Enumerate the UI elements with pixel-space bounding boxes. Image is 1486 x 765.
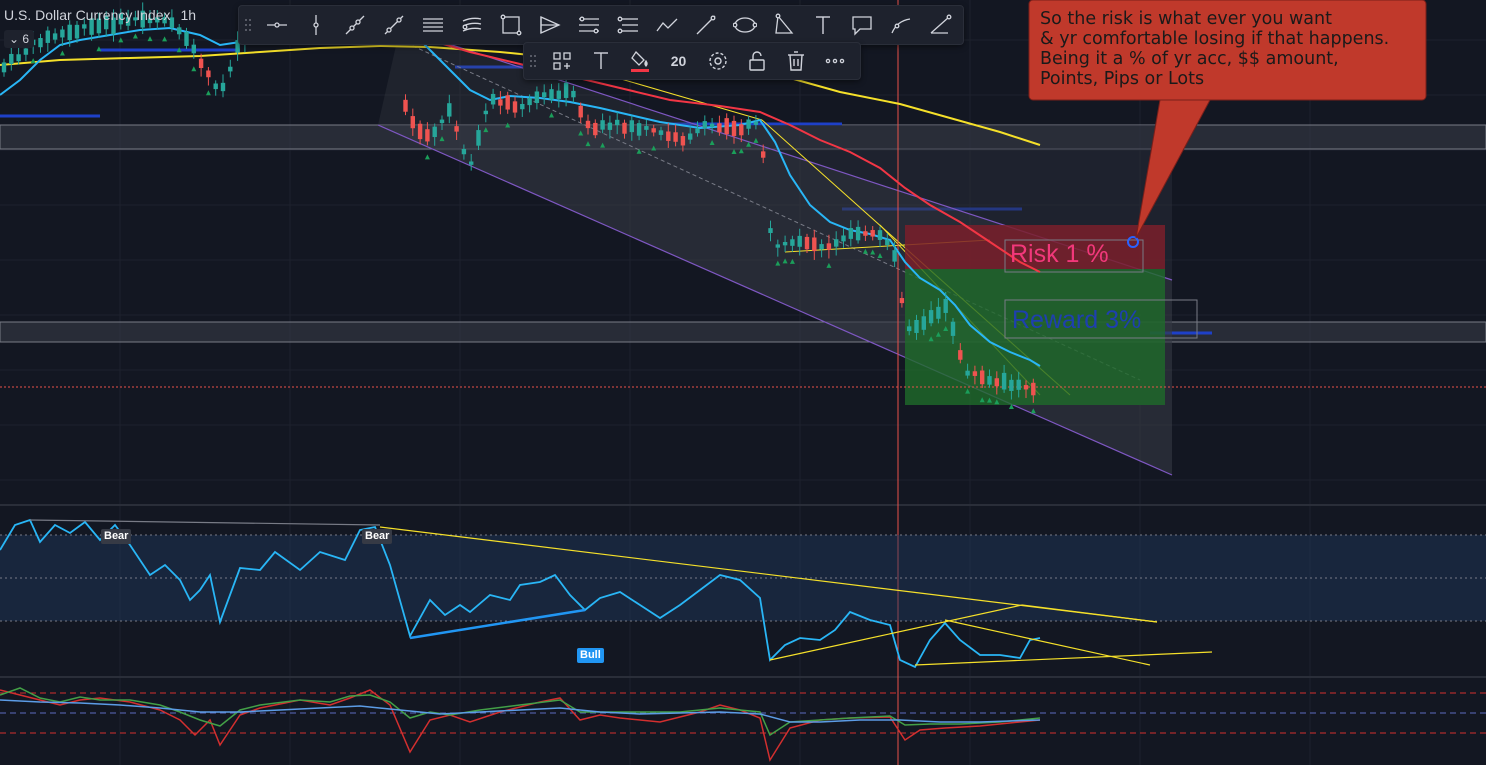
callout-line: Being it a % of yr acc, $$ amount, (1040, 49, 1339, 69)
symbol-name: U.S. Dollar Currency Index (4, 7, 171, 23)
chevron-down-icon: ⌄ (8, 32, 20, 46)
rectangle-icon[interactable] (491, 9, 530, 41)
template-icon[interactable] (542, 45, 581, 77)
triangle-icon[interactable] (764, 9, 803, 41)
reward-label[interactable]: Reward 3% (1012, 306, 1141, 335)
font-size-value: 20 (670, 53, 687, 69)
callout-note[interactable]: So the risk is what ever you want & yr c… (1040, 9, 1420, 89)
trend-line-icon[interactable] (335, 9, 374, 41)
symbol-title[interactable]: U.S. Dollar Currency Index 1h (4, 7, 196, 23)
brush-icon[interactable] (686, 9, 725, 41)
chart-window[interactable]: So the risk is what ever you want & yr c… (0, 0, 1486, 765)
ellipse-icon[interactable] (725, 9, 764, 41)
drag-handle-icon[interactable] (239, 6, 257, 44)
fill-color-icon[interactable] (620, 45, 659, 77)
legend-collapse-button[interactable]: ⌄ 6 (4, 30, 34, 48)
settings-gear-icon[interactable] (698, 45, 737, 77)
callout-line: Points, Pips or Lots (1040, 69, 1205, 89)
indicator-count: 6 (22, 32, 30, 46)
arrow-marker-icon[interactable] (881, 9, 920, 41)
trash-icon[interactable] (776, 45, 815, 77)
callout-line: & yr comfortable losing if that happens. (1040, 29, 1390, 49)
text-color-icon[interactable] (581, 45, 620, 77)
callout-icon[interactable] (842, 9, 881, 41)
extended-line-icon[interactable] (374, 9, 413, 41)
timeframe-label[interactable]: 1h (181, 7, 197, 23)
horizontal-ray-icon[interactable] (257, 9, 296, 41)
drawing-properties-toolbar[interactable]: 20 (523, 42, 861, 80)
drawing-toolbar[interactable] (238, 5, 964, 45)
callout-line: So the risk is what ever you want (1040, 9, 1332, 29)
pitchfork-icon[interactable] (530, 9, 569, 41)
fib-retracement-icon[interactable] (569, 9, 608, 41)
parallel-channel-icon[interactable] (413, 9, 452, 41)
drag-handle-icon[interactable] (524, 43, 542, 79)
vertical-line-icon[interactable] (296, 9, 335, 41)
font-size-selector[interactable]: 20 (659, 45, 698, 77)
angle-line-icon[interactable] (920, 9, 959, 41)
fib-extension-icon[interactable] (608, 9, 647, 41)
bear-signal-label: Bear (362, 529, 393, 544)
bull-signal-label: Bull (577, 648, 604, 663)
callout-shape[interactable] (0, 0, 1486, 765)
risk-label[interactable]: Risk 1 % (1010, 240, 1109, 269)
more-options-icon[interactable] (815, 45, 854, 77)
bear-signal-label: Bear (101, 529, 132, 544)
path-icon[interactable] (647, 9, 686, 41)
regression-trend-icon[interactable] (452, 9, 491, 41)
text-icon[interactable] (803, 9, 842, 41)
lock-icon[interactable] (737, 45, 776, 77)
